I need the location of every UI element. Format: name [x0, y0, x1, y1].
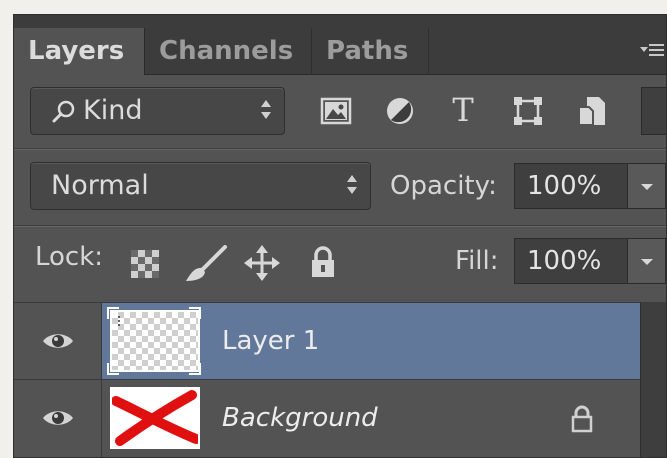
fill-label: Fill:	[455, 246, 499, 276]
opacity-label: Opacity:	[390, 171, 497, 201]
eye-icon	[43, 334, 73, 348]
image-filter-icon[interactable]	[319, 94, 353, 128]
layer-row-layer-1[interactable]: Layer 1	[14, 302, 642, 380]
fill-value-field[interactable]: 100%	[514, 238, 628, 284]
chevron-down-icon	[641, 184, 653, 190]
chevron-down-icon	[641, 259, 653, 265]
filter-kind-label: Kind	[83, 95, 143, 126]
tab-layers[interactable]: Layers	[14, 28, 145, 75]
tab-paths-label: Paths	[326, 36, 409, 66]
blend-mode-label: Normal	[51, 170, 149, 201]
type-filter-icon[interactable]: T	[446, 92, 480, 126]
layer-thumbnail-cell	[102, 380, 202, 457]
tab-paths[interactable]: Paths	[312, 28, 429, 75]
visibility-toggle[interactable]	[14, 303, 102, 380]
eye-icon	[43, 411, 73, 425]
opacity-value: 100%	[527, 171, 602, 201]
filter-toggle-switch[interactable]	[641, 87, 666, 135]
updown-arrows-icon	[260, 100, 272, 122]
smart-object-filter-icon[interactable]	[575, 94, 609, 128]
updown-arrows-icon	[346, 175, 358, 197]
layer-name: Background	[222, 403, 378, 433]
lock-all-icon[interactable]	[306, 245, 340, 279]
selection-corner-brackets-icon	[107, 307, 201, 375]
panel-tab-bar: Layers Channels Paths	[14, 15, 666, 75]
opacity-value-field[interactable]: 100%	[514, 163, 628, 209]
opacity-slider-button[interactable]	[628, 163, 666, 209]
search-icon	[52, 100, 75, 123]
lock-label: Lock:	[35, 242, 104, 272]
panel-menu-icon[interactable]	[640, 41, 664, 61]
fill-slider-button[interactable]	[628, 238, 666, 284]
shape-filter-icon[interactable]	[511, 94, 545, 128]
visibility-toggle[interactable]	[14, 380, 102, 457]
layer-row-background[interactable]: Background	[14, 379, 642, 457]
lock-position-icon[interactable]	[243, 244, 281, 282]
svg-text:T: T	[452, 92, 474, 126]
fill-value: 100%	[527, 246, 602, 276]
tab-layers-label: Layers	[28, 36, 125, 66]
layers-panel: Layers Channels Paths Kind T Normal Opac…	[13, 14, 667, 458]
layers-scrollbar[interactable]	[640, 302, 666, 457]
blend-mode-dropdown[interactable]: Normal	[30, 162, 371, 210]
layer-locked-icon[interactable]	[567, 404, 597, 434]
adjustment-filter-icon[interactable]	[383, 94, 417, 128]
layer-name: Layer 1	[222, 326, 320, 356]
tab-channels[interactable]: Channels	[145, 28, 312, 75]
red-x-artwork-icon	[112, 390, 198, 446]
lock-transparent-pixels-icon[interactable]	[128, 247, 162, 281]
tab-channels-label: Channels	[159, 36, 294, 66]
lock-image-pixels-icon[interactable]	[184, 245, 228, 285]
filter-kind-dropdown[interactable]: Kind	[30, 87, 285, 135]
layer-thumbnail-cell	[102, 303, 202, 380]
layer-thumbnail	[110, 387, 200, 449]
